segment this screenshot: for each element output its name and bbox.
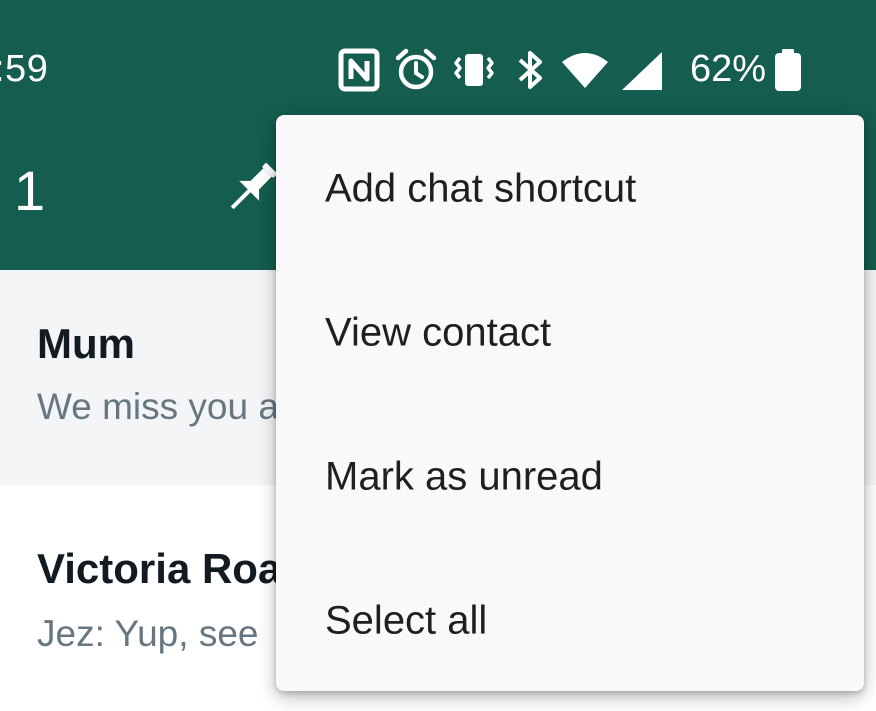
chat-preview: Jez: Yup, see: [37, 613, 259, 654]
screen: :59: [0, 0, 876, 711]
menu-item-view-contact[interactable]: View contact: [276, 261, 864, 405]
chat-preview: We miss you a: [37, 386, 279, 427]
alarm-icon: [395, 48, 437, 90]
menu-item-label: Mark as unread: [325, 454, 603, 499]
menu-item-label: Select all: [325, 598, 488, 643]
vibrate-icon: [454, 54, 494, 86]
menu-item-label: View contact: [325, 310, 552, 355]
chat-name: Victoria Roa: [37, 545, 282, 592]
battery-percent: 62%: [690, 48, 767, 90]
menu-item-mark-as-unread[interactable]: Mark as unread: [276, 405, 864, 549]
chat-name: Mum: [37, 320, 135, 367]
status-time: :59: [0, 48, 49, 90]
menu-item-label: Add chat shortcut: [325, 166, 637, 211]
overflow-menu: Add chat shortcut View contact Mark as u…: [276, 115, 864, 691]
bluetooth-icon: [518, 51, 542, 89]
battery-icon: [775, 49, 801, 91]
cell-signal-icon: [622, 52, 662, 90]
selected-count: 1: [14, 159, 46, 222]
pin-icon[interactable]: [220, 156, 284, 220]
menu-item-select-all[interactable]: Select all: [276, 549, 864, 693]
wifi-icon: [562, 53, 608, 88]
nfc-icon: [338, 48, 380, 92]
menu-item-add-chat-shortcut[interactable]: Add chat shortcut: [276, 117, 864, 261]
